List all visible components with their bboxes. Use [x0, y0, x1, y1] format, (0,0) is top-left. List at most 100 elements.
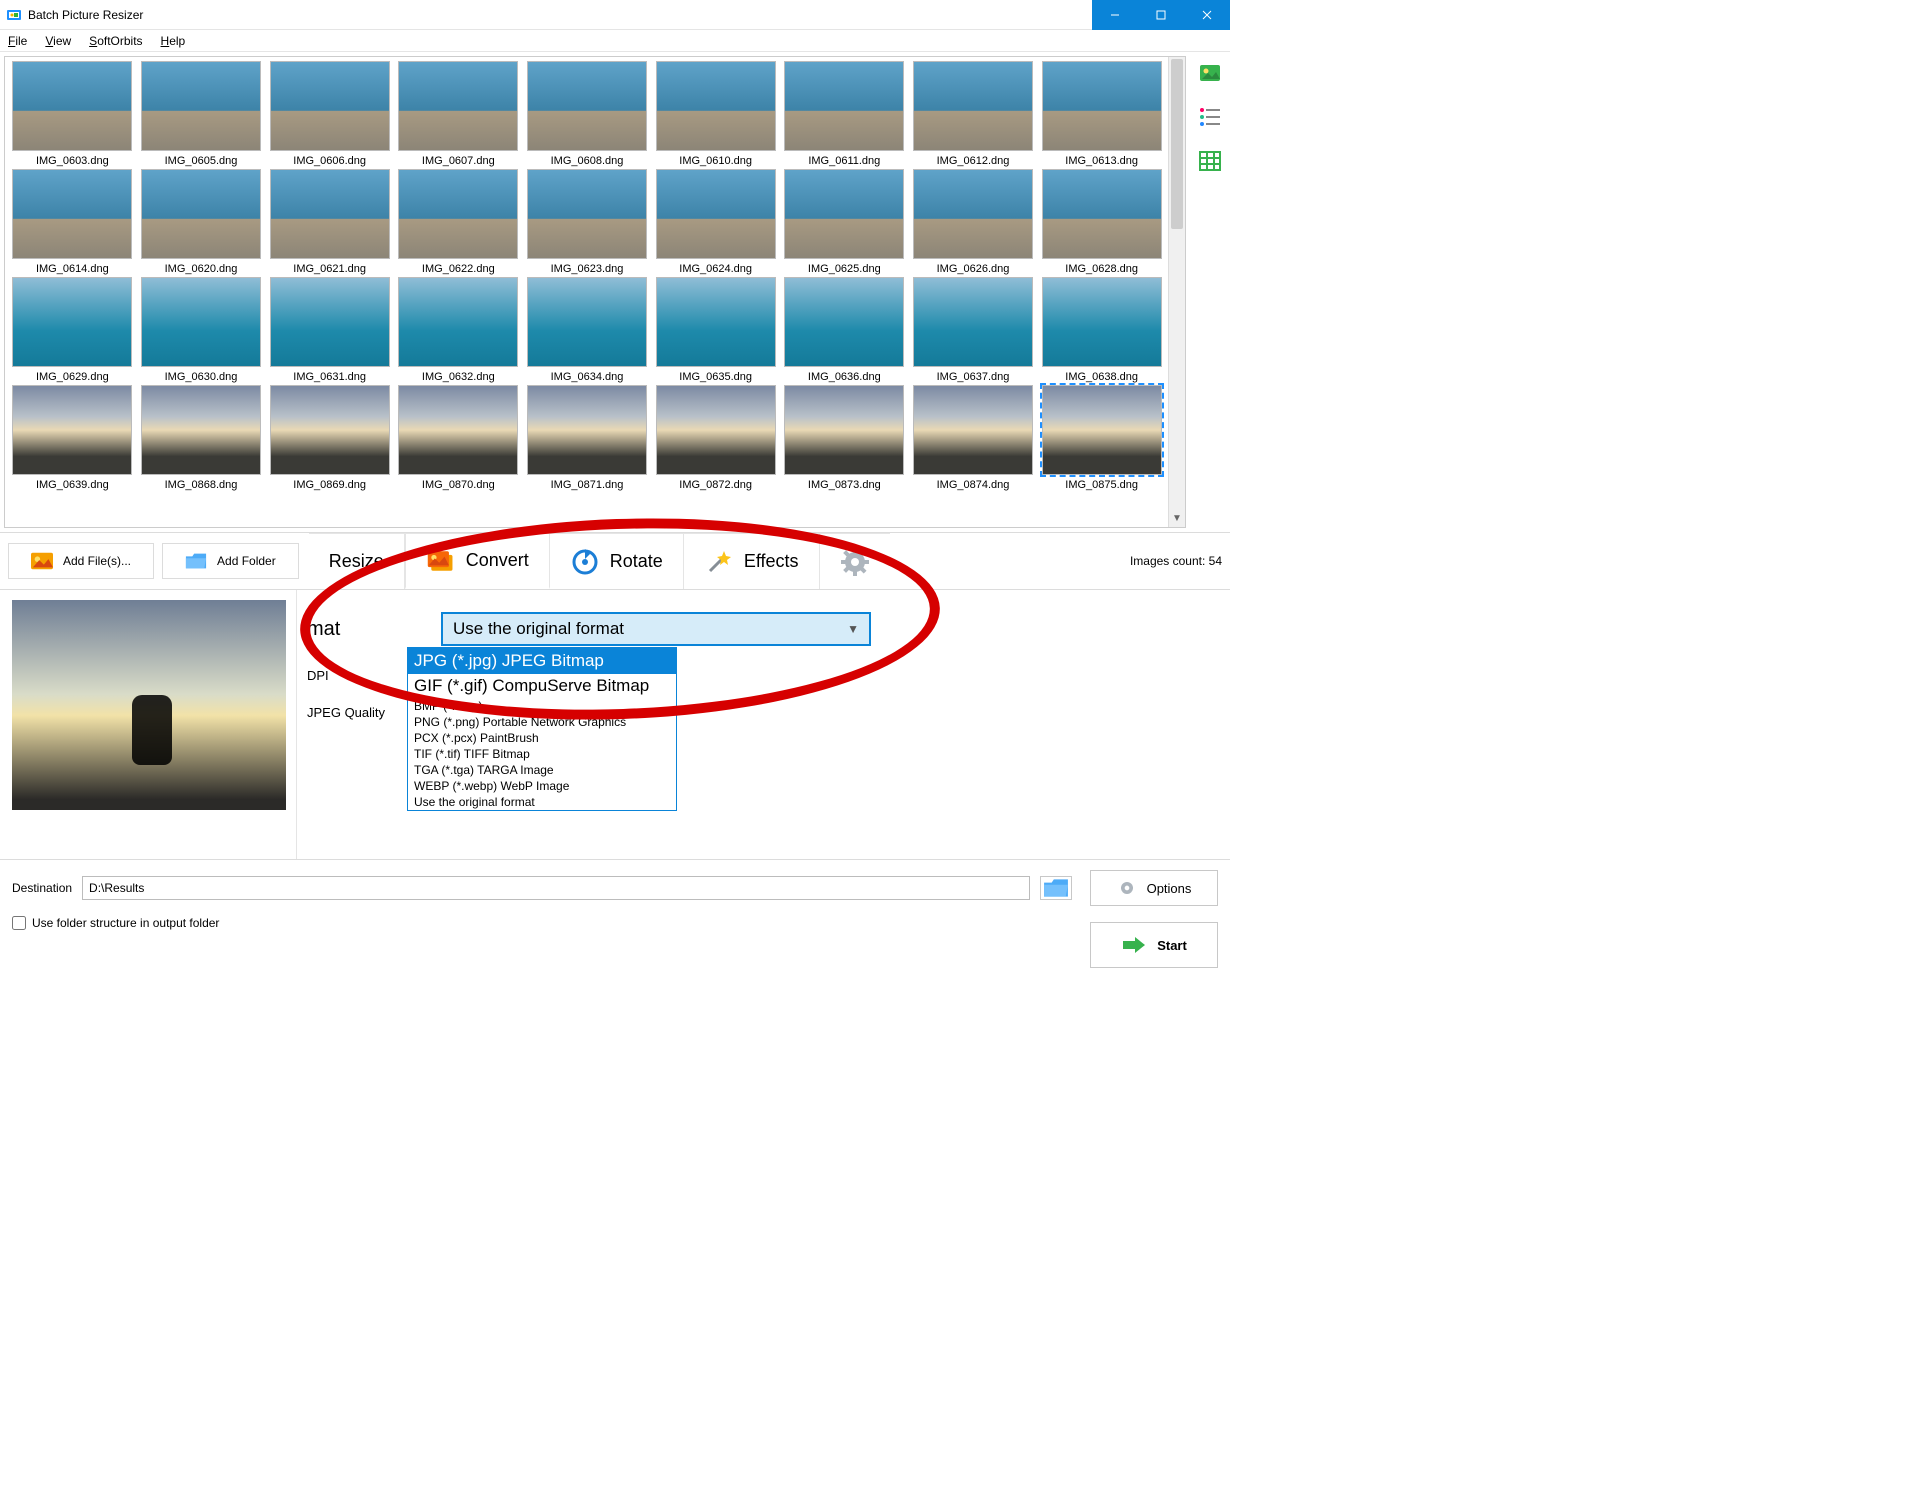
maximize-button[interactable]: [1138, 0, 1184, 30]
add-folder-button[interactable]: Add Folder: [162, 543, 299, 579]
thumbnail-image: [1042, 277, 1162, 367]
thumbnail-image: [270, 277, 390, 367]
thumbnail-image: [913, 61, 1033, 151]
view-list-button[interactable]: [1197, 104, 1223, 130]
thumbnail-cell[interactable]: IMG_0628.dng: [1038, 169, 1165, 275]
thumbnail-image: [12, 385, 132, 475]
thumbnail-cell[interactable]: IMG_0871.dng: [524, 385, 651, 491]
thumbnail-cell[interactable]: IMG_0624.dng: [652, 169, 779, 275]
thumbnail-cell[interactable]: IMG_0611.dng: [781, 61, 908, 167]
thumbnail-image: [141, 277, 261, 367]
destination-input[interactable]: [82, 876, 1030, 900]
tab-convert[interactable]: Convert: [405, 533, 550, 589]
thumbnail-cell[interactable]: IMG_0631.dng: [266, 277, 393, 383]
main-area: IMG_0603.dngIMG_0605.dngIMG_0606.dngIMG_…: [0, 52, 1230, 532]
format-combo[interactable]: Use the original format ▼ JPG (*.jpg) JP…: [441, 612, 871, 646]
menu-file[interactable]: File: [4, 32, 31, 50]
menu-help[interactable]: Help: [157, 32, 190, 50]
picture-icon: [1198, 61, 1222, 85]
close-button[interactable]: [1184, 0, 1230, 30]
thumbnail-cell[interactable]: IMG_0637.dng: [910, 277, 1037, 383]
use-folder-structure-input[interactable]: [12, 916, 26, 930]
thumbnail-cell[interactable]: IMG_0607.dng: [395, 61, 522, 167]
thumbnail-filename: IMG_0624.dng: [652, 263, 779, 275]
thumbnail-cell[interactable]: IMG_0603.dng: [9, 61, 136, 167]
view-details-button[interactable]: [1197, 148, 1223, 174]
thumbnail-cell[interactable]: IMG_0614.dng: [9, 169, 136, 275]
thumbnail-cell[interactable]: IMG_0613.dng: [1038, 61, 1165, 167]
thumbnail-image: [12, 169, 132, 259]
tab-rotate-label: Rotate: [610, 551, 663, 572]
format-option[interactable]: PNG (*.png) Portable Network Graphics: [408, 714, 676, 730]
format-option[interactable]: PCX (*.pcx) PaintBrush: [408, 730, 676, 746]
view-thumbnails-button[interactable]: [1197, 60, 1223, 86]
menubar: File View SoftOrbits Help: [0, 30, 1230, 52]
menu-view[interactable]: View: [41, 32, 75, 50]
thumbnail-cell[interactable]: IMG_0634.dng: [524, 277, 651, 383]
thumbnail-cell[interactable]: IMG_0875.dng: [1038, 385, 1165, 491]
thumbnail-cell[interactable]: IMG_0874.dng: [910, 385, 1037, 491]
format-option[interactable]: JPG (*.jpg) JPEG Bitmap: [408, 648, 676, 674]
thumbnail-cell[interactable]: IMG_0623.dng: [524, 169, 651, 275]
thumbnail-image: [1042, 385, 1162, 475]
tab-resize[interactable]: Resize: [309, 533, 405, 589]
thumbnail-cell[interactable]: IMG_0622.dng: [395, 169, 522, 275]
tab-effects[interactable]: Effects: [684, 533, 820, 589]
thumbnail-cell[interactable]: IMG_0625.dng: [781, 169, 908, 275]
thumbnail-cell[interactable]: IMG_0873.dng: [781, 385, 908, 491]
format-option[interactable]: WEBP (*.webp) WebP Image: [408, 778, 676, 794]
thumbnail-image: [656, 169, 776, 259]
thumbnail-cell[interactable]: IMG_0638.dng: [1038, 277, 1165, 383]
effects-icon: [704, 547, 734, 577]
tab-rotate[interactable]: Rotate: [550, 533, 684, 589]
thumbnail-cell[interactable]: IMG_0632.dng: [395, 277, 522, 383]
thumbnail-grid: IMG_0603.dngIMG_0605.dngIMG_0606.dngIMG_…: [5, 57, 1185, 495]
thumbnail-image: [913, 169, 1033, 259]
thumbnail-cell[interactable]: IMG_0621.dng: [266, 169, 393, 275]
format-option[interactable]: TGA (*.tga) TARGA Image: [408, 762, 676, 778]
format-option[interactable]: TIF (*.tif) TIFF Bitmap: [408, 746, 676, 762]
action-bar: Add File(s)... Add Folder Resize Convert…: [0, 532, 1230, 590]
tabs: Resize Convert Rotate Effects: [309, 533, 890, 589]
thumbnail-cell[interactable]: IMG_0869.dng: [266, 385, 393, 491]
thumbnail-cell[interactable]: IMG_0629.dng: [9, 277, 136, 383]
thumbnail-filename: IMG_0608.dng: [524, 155, 651, 167]
thumbnail-cell[interactable]: IMG_0630.dng: [138, 277, 265, 383]
thumbnail-cell[interactable]: IMG_0635.dng: [652, 277, 779, 383]
thumbnail-cell[interactable]: IMG_0639.dng: [9, 385, 136, 491]
thumbnail-cell[interactable]: IMG_0608.dng: [524, 61, 651, 167]
browse-destination-button[interactable]: [1040, 876, 1072, 900]
thumbnail-cell[interactable]: IMG_0626.dng: [910, 169, 1037, 275]
use-folder-structure-checkbox[interactable]: Use folder structure in output folder: [12, 916, 219, 930]
thumbnail-cell[interactable]: IMG_0636.dng: [781, 277, 908, 383]
thumbnail-cell[interactable]: IMG_0868.dng: [138, 385, 265, 491]
add-files-button[interactable]: Add File(s)...: [8, 543, 154, 579]
thumbnail-cell[interactable]: IMG_0605.dng: [138, 61, 265, 167]
options-button[interactable]: Options: [1090, 870, 1218, 906]
format-option[interactable]: GIF (*.gif) CompuServe Bitmap: [408, 674, 676, 698]
start-button[interactable]: Start: [1090, 922, 1218, 968]
thumbnail-cell[interactable]: IMG_0870.dng: [395, 385, 522, 491]
tab-effects-label: Effects: [744, 551, 799, 572]
thumbnail-cell[interactable]: IMG_0610.dng: [652, 61, 779, 167]
thumbnail-filename: IMG_0636.dng: [781, 371, 908, 383]
menu-softorbits[interactable]: SoftOrbits: [85, 32, 146, 50]
add-folder-icon: [185, 552, 207, 570]
add-folder-label: Add Folder: [217, 554, 276, 568]
format-option[interactable]: Use the original format: [408, 794, 676, 810]
scroll-down-arrow[interactable]: ▼: [1169, 510, 1185, 527]
thumbnail-cell[interactable]: IMG_0612.dng: [910, 61, 1037, 167]
thumbnail-cell[interactable]: IMG_0606.dng: [266, 61, 393, 167]
preview-image: [12, 600, 286, 810]
minimize-button[interactable]: [1092, 0, 1138, 30]
thumbnail-cell[interactable]: IMG_0620.dng: [138, 169, 265, 275]
quality-label: JPEG Quality: [307, 705, 417, 720]
thumbnail-cell[interactable]: IMG_0872.dng: [652, 385, 779, 491]
scroll-handle[interactable]: [1171, 59, 1183, 229]
thumbnail-filename: IMG_0626.dng: [910, 263, 1037, 275]
thumbnail-filename: IMG_0625.dng: [781, 263, 908, 275]
format-option[interactable]: BMP (*.bmp): [408, 698, 676, 714]
thumbnail-image: [784, 385, 904, 475]
scrollbar[interactable]: ▲ ▼: [1168, 57, 1185, 527]
tab-settings[interactable]: [820, 533, 890, 589]
